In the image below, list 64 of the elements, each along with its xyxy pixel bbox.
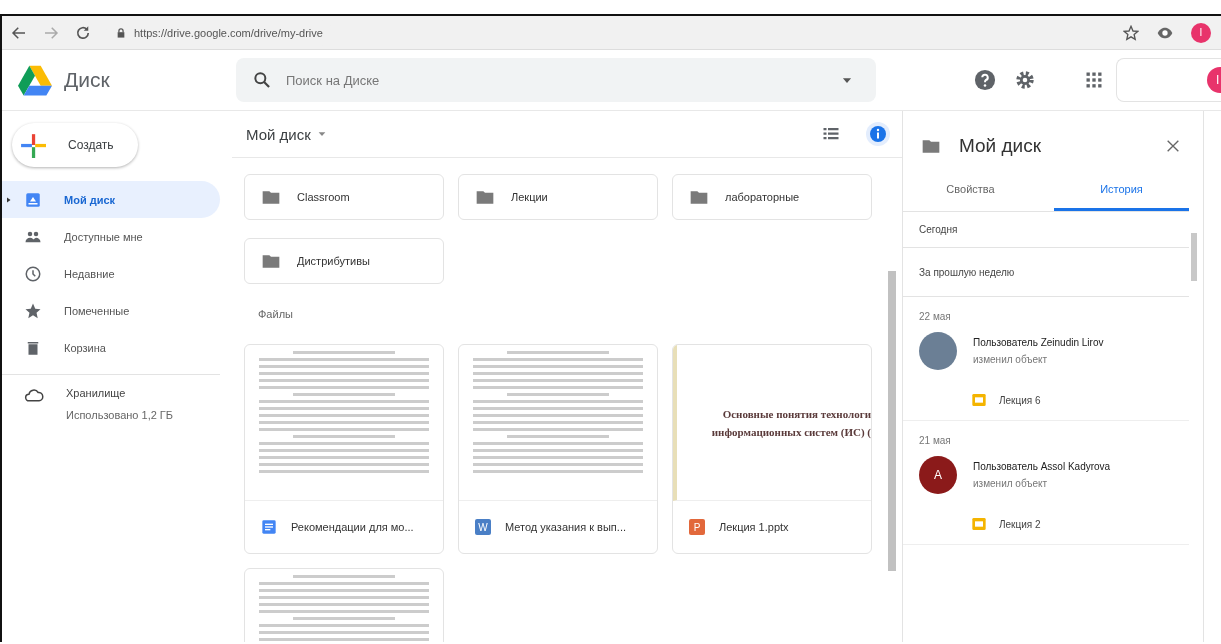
user-avatar: A <box>919 456 957 494</box>
slide-title-text: информационных систем (ИС) ( <box>711 425 871 438</box>
storage-usage-text: Использовано 1,2 ГБ <box>66 409 174 421</box>
tab[interactable]: История <box>1054 175 1189 211</box>
nav-item[interactable]: Мой диск <box>2 181 220 218</box>
lock-icon <box>116 26 126 39</box>
scrollbar[interactable] <box>1191 233 1197 281</box>
folder-card[interactable]: Classroom <box>244 174 444 220</box>
slides-icon <box>971 516 987 532</box>
slides-icon <box>971 392 987 408</box>
nav-item[interactable]: Доступные мне <box>2 218 220 255</box>
star-icon[interactable] <box>1123 24 1139 41</box>
clock-icon <box>24 264 42 283</box>
apps-grid-icon[interactable] <box>1084 70 1104 90</box>
tab[interactable]: Свойства <box>903 175 1038 211</box>
account-box[interactable]: I <box>1116 58 1221 102</box>
drive-logo-icon[interactable] <box>16 63 54 97</box>
file-card[interactable]: Основные понятия технологи информационных систем (ИС) ( P Лекция 1.pptx <box>672 344 872 554</box>
file-type-icon: P <box>689 519 705 535</box>
file-name: Метод указания к вып... <box>505 521 626 533</box>
profile-avatar[interactable]: I <box>1191 22 1211 43</box>
account-avatar[interactable]: I <box>1207 67 1221 93</box>
document-icon <box>261 519 277 535</box>
date-text: 22 мая <box>919 311 952 322</box>
search-input[interactable]: Поиск на Диске <box>284 71 588 89</box>
user-name: Пользователь Zeinudin Lirov <box>973 337 1104 348</box>
nav-item[interactable]: Недавние <box>2 255 220 292</box>
date-text: 21 мая <box>919 435 952 446</box>
search-icon[interactable] <box>252 70 272 90</box>
section-heading: Файлы <box>258 308 294 320</box>
scrollbar[interactable] <box>888 271 896 571</box>
close-icon[interactable] <box>1165 138 1181 154</box>
caret-icon <box>316 129 327 139</box>
user-avatar <box>919 332 957 370</box>
nav-item[interactable]: Корзина <box>2 329 220 366</box>
file-card[interactable]: Рекомендации для мо... <box>244 344 444 554</box>
action-text: изменил объект <box>973 354 1049 365</box>
file-link[interactable]: Лекция 2 <box>999 518 1041 530</box>
panel-title: Мой диск <box>959 135 1041 157</box>
section-heading[interactable]: Сегодня <box>903 212 1189 248</box>
info-icon[interactable] <box>866 122 890 146</box>
app-name: Диск <box>64 68 110 92</box>
file-card[interactable]: W Метод указания к вып... <box>458 344 658 554</box>
folder-card[interactable]: Лекции <box>458 174 658 220</box>
expand-arrow-icon[interactable] <box>6 195 12 204</box>
user-name: Пользователь Assol Kadyrova <box>973 461 1111 472</box>
breadcrumb-button[interactable]: Мой диск <box>246 125 327 143</box>
slide-title-text: Основные понятия технологи <box>722 407 871 420</box>
settings-icon[interactable] <box>1014 69 1036 91</box>
file-name: Рекомендации для мо... <box>291 521 414 533</box>
file-name: Лекция 1.pptx <box>719 521 789 533</box>
folder-card[interactable]: лабораторные <box>672 174 872 220</box>
section-heading[interactable]: За прошлую неделю <box>903 248 1189 297</box>
file-link[interactable]: Лекция 6 <box>999 394 1041 406</box>
storage-link[interactable]: Хранилище <box>66 387 174 399</box>
search-field[interactable]: Поиск на Диске <box>236 58 876 102</box>
nav-item[interactable]: Помеченные <box>2 292 220 329</box>
help-icon[interactable] <box>974 69 996 91</box>
create-button[interactable]: Создать <box>12 123 138 167</box>
plus-icon <box>20 132 46 158</box>
action-text: изменил объект <box>973 478 1049 489</box>
drive-icon <box>24 190 42 209</box>
folder-card[interactable]: Дистрибутивы <box>244 238 444 284</box>
file-type-icon: W <box>475 519 491 535</box>
